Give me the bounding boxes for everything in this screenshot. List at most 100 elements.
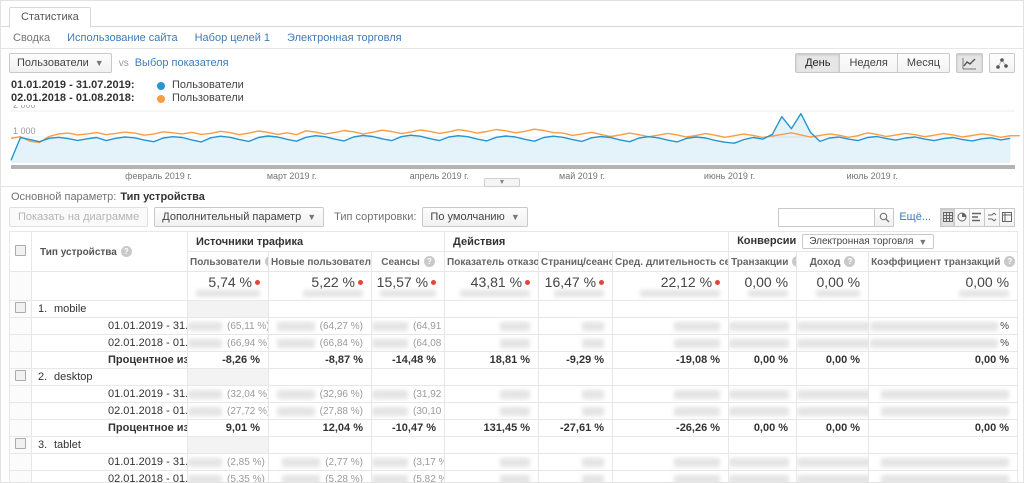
- metric-cell: [613, 335, 729, 352]
- empty-cell: [445, 301, 539, 318]
- row-checkbox[interactable]: [15, 438, 26, 449]
- metric-select[interactable]: Пользователи ▼: [9, 53, 112, 73]
- help-icon[interactable]: ?: [1004, 256, 1015, 267]
- search-icon[interactable]: [874, 208, 894, 227]
- redacted-value: [188, 458, 222, 467]
- data-view-icon[interactable]: [940, 208, 955, 227]
- redacted-value: [188, 475, 222, 483]
- redacted-value: [881, 475, 1009, 483]
- table-row-desktop[interactable]: 2.desktop: [10, 369, 1018, 386]
- percent-change-value: -26,26 %: [613, 420, 729, 437]
- subnav-item-goal-set-1[interactable]: Набор целей 1: [195, 32, 270, 44]
- summary-value: 0,00 %: [869, 272, 1017, 290]
- legend-dot-icon: [157, 95, 165, 103]
- device-type-cell: 1.mobile: [32, 301, 188, 318]
- comparison-view-icon[interactable]: [985, 208, 1000, 227]
- granularity-button[interactable]: Месяц: [898, 53, 950, 73]
- redacted-value: [640, 290, 720, 297]
- redacted-value: [582, 390, 604, 399]
- redacted-value: [372, 322, 408, 331]
- sort-type-select[interactable]: По умолчанию ▼: [422, 207, 527, 227]
- redacted-value: [729, 407, 789, 416]
- column-header[interactable]: Сред. длительность сеанса?: [613, 252, 729, 272]
- percent-change-row: Процентное изменение9,01 %12,04 %-10,47 …: [10, 420, 1018, 437]
- checkbox-cell: [10, 420, 32, 437]
- primary-dimension-value[interactable]: Тип устройства: [120, 191, 205, 203]
- column-header[interactable]: Пользователи?↓: [188, 252, 269, 272]
- redacted-value: [460, 290, 530, 297]
- redacted-value: [277, 322, 315, 331]
- percent-change-value: 12,04 %: [269, 420, 372, 437]
- sort-type-value: По умолчанию: [430, 211, 504, 223]
- secondary-dimension-select[interactable]: Дополнительный параметр ▼: [154, 207, 324, 227]
- metric-cell: (5,82 %): [372, 471, 445, 483]
- help-icon[interactable]: ?: [424, 256, 435, 267]
- summary-value-text: 15,57 %: [377, 274, 428, 290]
- help-icon[interactable]: ?: [844, 256, 855, 267]
- table-row-mobile[interactable]: 1.mobile: [10, 301, 1018, 318]
- percentage-view-icon[interactable]: [955, 208, 970, 227]
- metric-cell: [729, 403, 797, 420]
- line-chart[interactable]: 1 0002 000февраль 2019 г.март 2019 г.апр…: [1, 105, 1024, 185]
- column-header[interactable]: Коэффициент транзакций?: [869, 252, 1018, 272]
- metric-cell: [797, 454, 869, 471]
- view-switcher: [940, 208, 1015, 227]
- plot-rows-button[interactable]: Показать на диаграмме: [9, 207, 148, 227]
- alert-dot-icon: [599, 280, 604, 285]
- redacted-value: [797, 475, 869, 483]
- redacted-value: [729, 390, 789, 399]
- subnav-item-overview[interactable]: Сводка: [13, 32, 50, 44]
- percent-change-value: -14,48 %: [372, 352, 445, 369]
- granularity-button[interactable]: День: [795, 53, 840, 73]
- column-header-label: Новые пользователи: [271, 257, 372, 268]
- column-header[interactable]: Транзакции?: [729, 252, 797, 272]
- column-header[interactable]: Новые пользователи?: [269, 252, 372, 272]
- device-type-label: desktop: [54, 371, 93, 383]
- column-header[interactable]: Сеансы?: [372, 252, 445, 272]
- line-chart-button[interactable]: [956, 53, 983, 73]
- percent-change-label: Процентное изменение: [32, 420, 188, 437]
- row-checkbox[interactable]: [15, 302, 26, 313]
- redacted-value: [729, 339, 789, 348]
- granularity-button[interactable]: Неделя: [840, 53, 897, 73]
- column-header-label: Сред. длительность сеанса: [615, 257, 729, 268]
- column-header[interactable]: Показатель отказов?: [445, 252, 539, 272]
- motion-chart-button[interactable]: [989, 53, 1015, 73]
- granularity-switch: ДеньНеделяМесяц: [795, 53, 950, 73]
- redacted-value: [674, 322, 720, 331]
- pivot-view-icon[interactable]: [1000, 208, 1015, 227]
- subnav-item-ecommerce[interactable]: Электронная торговля: [287, 32, 402, 44]
- search-input[interactable]: [778, 208, 874, 227]
- subnav-item-site-usage[interactable]: Использование сайта: [67, 32, 177, 44]
- help-icon[interactable]: ?: [265, 256, 269, 267]
- help-icon[interactable]: ?: [792, 256, 796, 267]
- advanced-search-link[interactable]: Ещё...: [899, 211, 931, 223]
- empty-cell: [372, 369, 445, 386]
- share-of-total: (66,94 %): [227, 338, 269, 349]
- tab-statistics[interactable]: Статистика: [9, 7, 91, 28]
- summary-value-text: 43,81 %: [471, 274, 522, 290]
- checkbox-cell: [10, 352, 32, 369]
- column-header[interactable]: Доход?: [797, 252, 869, 272]
- secondary-dimension-label: Дополнительный параметр: [162, 211, 301, 223]
- column-header[interactable]: Страниц/сеанс?: [539, 252, 613, 272]
- device-type-label: tablet: [54, 439, 81, 451]
- empty-cell: [613, 369, 729, 386]
- conversions-type-select[interactable]: Электронная торговля▼: [802, 234, 934, 249]
- summary-value-text: 5,22 %: [311, 274, 355, 290]
- select-all-checkbox[interactable]: [15, 245, 26, 256]
- metric-cell: [539, 454, 613, 471]
- metric-picker-link[interactable]: Выбор показателя: [135, 57, 229, 69]
- help-icon[interactable]: ?: [121, 246, 132, 257]
- alert-dot-icon: [715, 280, 720, 285]
- redacted-value: [797, 390, 869, 399]
- metric-cell: (5,28 %): [269, 471, 372, 483]
- dimension-header-label[interactable]: Тип устройства: [40, 247, 117, 258]
- chart-collapse-handle[interactable]: ▼: [484, 178, 520, 187]
- x-axis-label: май 2019 г.: [559, 171, 605, 181]
- metric-cell: %: [869, 318, 1018, 335]
- row-checkbox[interactable]: [15, 370, 26, 381]
- select-all-checkbox-cell: [10, 232, 32, 272]
- performance-view-icon[interactable]: [970, 208, 985, 227]
- table-row-tablet[interactable]: 3.tablet: [10, 437, 1018, 454]
